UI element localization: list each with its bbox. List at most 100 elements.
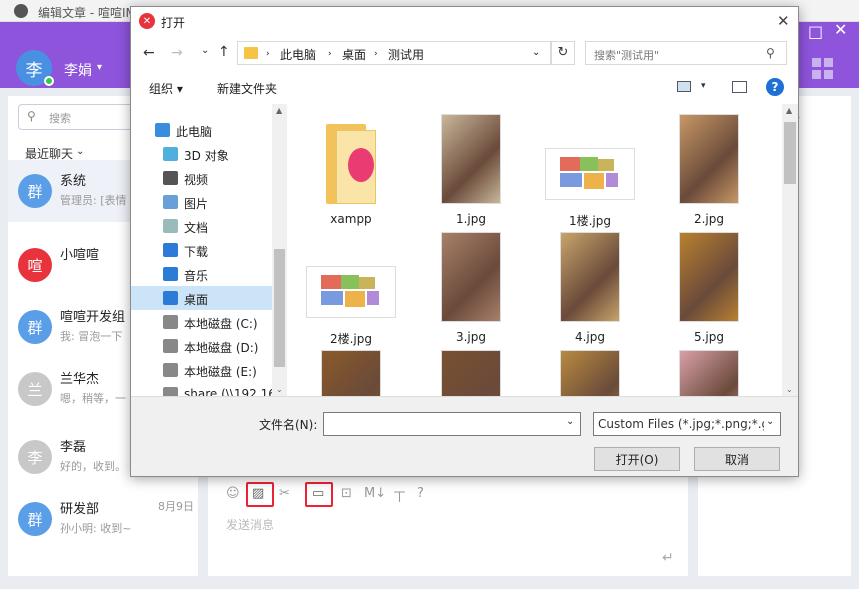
filename-chevron-icon[interactable]: ⌄: [566, 416, 574, 427]
tree-item-icon: [155, 123, 170, 137]
message-input[interactable]: 发送消息: [226, 516, 274, 533]
dialog-footer: 文件名(N): ⌄ Custom Files (*.jpg;*.png;*.gi…: [131, 396, 798, 476]
help-icon[interactable]: ?: [766, 78, 784, 96]
dialog-search-input[interactable]: 搜索"测试用" ⚲: [585, 41, 787, 65]
folder-icon: [326, 124, 380, 204]
tree-item[interactable]: 图片: [131, 190, 272, 214]
file-item[interactable]: 1.jpg: [412, 114, 530, 234]
tree-item[interactable]: 音乐: [131, 262, 272, 286]
font-icon[interactable]: ㄒ: [393, 486, 406, 505]
file-item[interactable]: 2楼.jpg: [292, 232, 410, 352]
tree-item-icon: [163, 147, 178, 161]
file-item[interactable]: xampp: [292, 114, 410, 234]
file-item[interactable]: [531, 350, 649, 396]
tree-item[interactable]: 此电脑: [131, 118, 272, 142]
tree-item-label: 文档: [184, 221, 209, 235]
grid-scrollbar[interactable]: ▲ ⌄: [782, 104, 798, 396]
chat-last-message: 好的，收到。: [60, 460, 126, 473]
open-file-dialog: ✕ 打开 ✕ ← → ⌄ ↑ › 此电脑 › 桌面 › 测试用 ⌄ ↻ 搜索"测…: [130, 6, 799, 477]
scissors-icon[interactable]: ✂: [279, 486, 290, 501]
refresh-icon[interactable]: ↻: [551, 41, 575, 65]
tree-item[interactable]: 下载: [131, 238, 272, 262]
chat-name: 系统: [60, 174, 87, 189]
tree-item-label: 本地磁盘 (C:): [184, 317, 258, 331]
tree-item-icon: [163, 291, 178, 305]
image-icon[interactable]: ▨: [252, 486, 264, 501]
tree-item[interactable]: 本地磁盘 (D:): [131, 334, 272, 358]
photo-thumbnail: [441, 114, 501, 204]
tree-item-label: 本地磁盘 (D:): [184, 341, 259, 355]
file-name: 3.jpg: [455, 330, 487, 344]
file-item[interactable]: 2.jpg: [650, 114, 768, 234]
tree-item-icon: [163, 267, 178, 281]
close-app-x-icon[interactable]: ✕: [834, 20, 847, 39]
folder-icon[interactable]: ▭: [312, 486, 324, 501]
markdown-icon[interactable]: M↓: [364, 486, 386, 501]
code-icon[interactable]: ⊡: [341, 486, 352, 501]
tree-item[interactable]: 3D 对象: [131, 142, 272, 166]
chat-last-message: 管理员: [表情: [60, 194, 127, 207]
tree-item-icon: [163, 219, 178, 233]
cancel-button[interactable]: 取消: [694, 447, 780, 471]
file-item[interactable]: [650, 350, 768, 396]
help-icon[interactable]: ?: [417, 486, 424, 501]
address-chevron-icon[interactable]: ⌄: [532, 47, 540, 58]
file-name: 4.jpg: [574, 330, 606, 344]
file-item[interactable]: 4.jpg: [531, 232, 649, 352]
filter-chevron-icon[interactable]: ⌄: [766, 416, 774, 427]
tree-item-icon: [163, 243, 178, 257]
tree-item[interactable]: share (\\192.16: [131, 382, 276, 396]
open-button[interactable]: 打开(O): [594, 447, 680, 471]
emoji-icon[interactable]: ☺: [226, 486, 240, 501]
list-item[interactable]: 群研发部 孙小明: 收到~ 8月9日: [8, 488, 198, 550]
forward-icon[interactable]: →: [171, 45, 183, 61]
tree-item[interactable]: 本地磁盘 (C:): [131, 310, 272, 334]
file-item[interactable]: 1楼.jpg: [531, 114, 649, 234]
photo-thumbnail: [679, 232, 739, 322]
user-name[interactable]: 李娟: [64, 60, 92, 80]
tree-item[interactable]: 本地磁盘 (E:): [131, 358, 272, 382]
user-menu-chevron-icon[interactable]: ▾: [97, 62, 102, 73]
file-item[interactable]: [412, 350, 530, 396]
new-folder-button[interactable]: 新建文件夹: [217, 80, 277, 97]
photo-thumbnail: [560, 232, 620, 322]
tree-scrollbar[interactable]: ▲ ⌄: [272, 104, 287, 396]
view-mode-icon[interactable]: [677, 81, 691, 92]
tree-item-icon: [163, 363, 178, 377]
file-item[interactable]: 3.jpg: [412, 232, 530, 352]
breadcrumb-item[interactable]: 测试用: [388, 46, 424, 63]
view-chevron-icon[interactable]: ▾: [701, 81, 706, 91]
tree-item[interactable]: 桌面: [131, 286, 272, 310]
breadcrumb-item[interactable]: 此电脑: [280, 46, 316, 63]
filename-input[interactable]: ⌄: [323, 412, 581, 436]
organize-button[interactable]: 组织 ▾: [149, 80, 183, 97]
preview-pane-icon[interactable]: [732, 81, 747, 93]
recent-chevron-icon[interactable]: ⌄: [76, 146, 84, 157]
apps-grid-icon[interactable]: [812, 58, 834, 80]
close-app-icon[interactable]: □: [808, 22, 823, 41]
file-item[interactable]: 5.jpg: [650, 232, 768, 352]
tree-item-label: 本地磁盘 (E:): [184, 365, 257, 379]
chat-last-message: 我: 冒泡一下: [60, 330, 123, 343]
address-bar[interactable]: › 此电脑 › 桌面 › 测试用 ⌄: [237, 41, 551, 65]
chat-avatar: 兰: [18, 372, 52, 406]
tree-item-label: share (\\192.16: [184, 387, 276, 396]
photo-thumbnail: [441, 350, 501, 396]
file-name: xampp: [330, 212, 372, 226]
tree-item-icon: [163, 339, 178, 353]
send-icon[interactable]: ↵: [662, 550, 674, 566]
chat-name: 李磊: [60, 440, 87, 455]
tree-item[interactable]: 视频: [131, 166, 272, 190]
back-icon[interactable]: ←: [143, 45, 155, 61]
tree-item[interactable]: 文档: [131, 214, 272, 238]
file-item[interactable]: [292, 350, 410, 396]
breadcrumb-item[interactable]: 桌面: [342, 46, 366, 63]
file-type-select[interactable]: Custom Files (*.jpg;*.png;*.gi ⌄: [593, 412, 781, 436]
search-icon: ⚲: [27, 109, 36, 123]
dialog-close-icon[interactable]: ✕: [777, 12, 790, 30]
tree-item-label: 桌面: [184, 293, 209, 307]
history-chevron-icon[interactable]: ⌄: [201, 45, 209, 56]
chat-last-message: 孙小明: 收到~: [60, 522, 132, 535]
search-icon: ⚲: [766, 46, 775, 60]
up-icon[interactable]: ↑: [218, 44, 230, 60]
